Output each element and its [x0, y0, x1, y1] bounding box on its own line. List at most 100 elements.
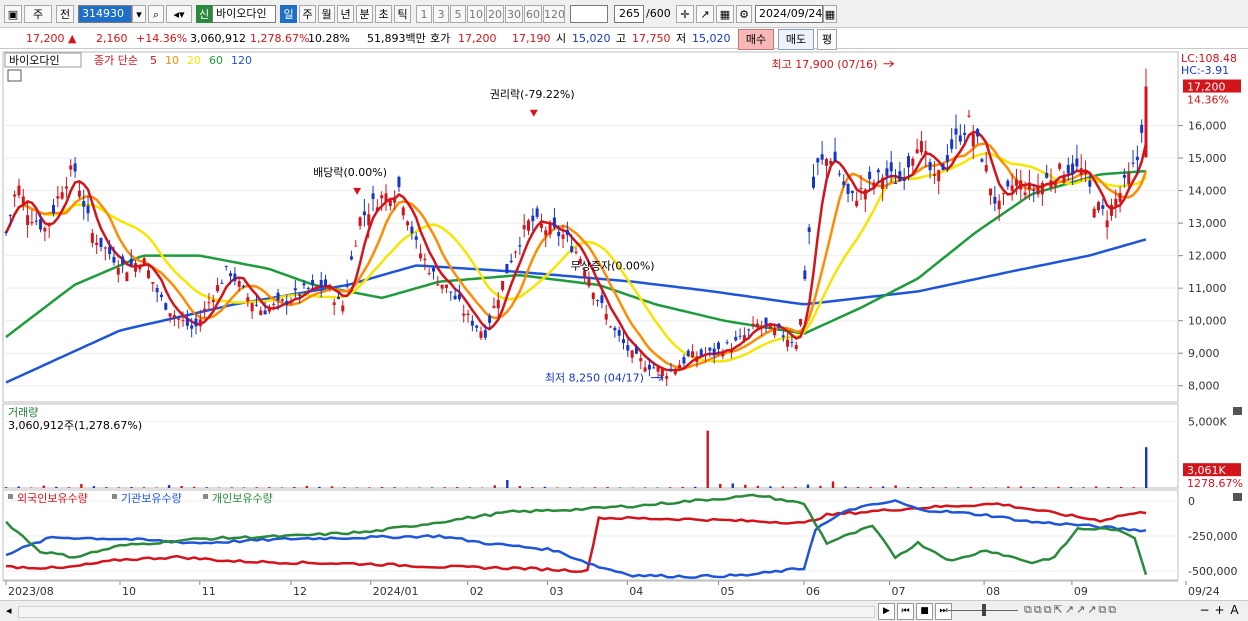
crosshair-icon[interactable]: ✛: [676, 5, 694, 23]
candle-body: [358, 217, 362, 226]
zoom-button-1[interactable]: +: [1213, 603, 1226, 617]
candle-body: [367, 214, 371, 226]
candle-body: [47, 223, 51, 227]
zoom-button-0[interactable]: −: [1198, 603, 1211, 617]
volume-bar: [668, 487, 672, 488]
stock-chart[interactable]: 최고 17,900 (07/16) 최저 8,250 (04/17) 권리락(-79…: [0, 50, 1248, 600]
candle-body: [1118, 192, 1122, 202]
draw-tool-icon[interactable]: ↗: [696, 5, 714, 23]
search-icon[interactable]: ⌕: [148, 5, 164, 23]
nav-button-0[interactable]: ▶: [878, 603, 895, 620]
candle-body: [557, 231, 561, 237]
candle-body: [868, 171, 872, 180]
stock-code-input[interactable]: 314930: [78, 5, 132, 23]
date-tick-label: 09/24: [1188, 585, 1220, 598]
candle-body: [859, 187, 863, 189]
volume-panel-close-icon[interactable]: [1233, 407, 1242, 415]
candle-body: [440, 284, 444, 289]
zoom-button-2[interactable]: A: [1228, 603, 1241, 617]
interval-btn-120[interactable]: 120: [543, 5, 565, 23]
interval-btn-1[interactable]: 1: [416, 5, 432, 23]
volume-bar: [180, 486, 183, 488]
grid-icon[interactable]: ▦: [716, 5, 734, 23]
candle-body: [311, 280, 315, 285]
candle-body: [315, 285, 319, 288]
period-tab-0[interactable]: 일: [280, 5, 297, 23]
period-tab-4[interactable]: 분: [356, 5, 373, 23]
candle-body: [881, 177, 885, 190]
volume-bar: [744, 484, 747, 488]
candle-body: [414, 236, 418, 240]
settings-gear-icon[interactable]: ⚙: [736, 5, 752, 23]
candle-body: [1040, 183, 1044, 195]
period-tab-1[interactable]: 주: [299, 5, 316, 23]
nav-button-1[interactable]: ⏮: [897, 603, 914, 620]
interval-input[interactable]: [570, 5, 608, 23]
candle-body: [34, 220, 38, 222]
candle-body: [185, 318, 189, 326]
candle-body: [911, 158, 915, 166]
holding-panel-close-icon[interactable]: [1233, 493, 1242, 501]
candle-body: [86, 205, 90, 214]
buy-button[interactable]: 매수: [738, 29, 774, 50]
candle-body: [8, 215, 12, 217]
scroll-left-icon[interactable]: ◂: [6, 604, 12, 617]
candle-body: [436, 284, 440, 286]
zoom-buttons: − + A: [1198, 603, 1243, 617]
candle-body: [846, 184, 850, 194]
candle-body: [596, 300, 600, 302]
candle-body: [531, 215, 535, 222]
volume-bar: [268, 487, 271, 488]
interval-btn-60[interactable]: 60: [524, 5, 542, 23]
interval-btn-5[interactable]: 5: [450, 5, 466, 23]
window-menu-icon[interactable]: ▣: [4, 5, 22, 23]
interval-btn-30[interactable]: 30: [505, 5, 523, 23]
volume-bar: [593, 487, 597, 488]
nav-button-2[interactable]: ■: [916, 603, 933, 620]
date-input[interactable]: 2024/09/24: [755, 5, 823, 23]
candle-body: [915, 149, 919, 154]
interval-btn-20[interactable]: 20: [486, 5, 504, 23]
period-tab-5[interactable]: 초: [375, 5, 392, 23]
period-tab-2[interactable]: 월: [318, 5, 335, 23]
open-label: 시: [556, 32, 567, 45]
code-dropdown-icon[interactable]: ▾: [132, 5, 146, 23]
horizontal-scrollbar[interactable]: [18, 606, 875, 618]
speaker-icon[interactable]: ◂▾: [166, 5, 192, 23]
volume-bar: [756, 485, 760, 488]
chart-table-icon[interactable]: [7, 69, 22, 82]
holding-tick-label: -250,000: [1188, 530, 1237, 543]
volume-bar: [618, 487, 622, 488]
candle-body: [211, 299, 215, 303]
volume-bar: [17, 486, 20, 488]
volume-bar: [55, 486, 58, 488]
date-tick-label: 09: [1074, 585, 1088, 598]
candle-body: [203, 308, 207, 311]
mode-button[interactable]: 평: [817, 29, 837, 50]
volume-bar: [1132, 487, 1135, 488]
calendar-icon[interactable]: ▦: [823, 5, 837, 23]
count-input[interactable]: 265: [614, 5, 644, 23]
candle-body: [457, 294, 461, 300]
period-tab-6[interactable]: 틱: [394, 5, 411, 23]
candle-body: [872, 182, 876, 189]
candle-body: [332, 302, 336, 305]
candle-body: [837, 173, 841, 175]
date-tick-label: 10: [122, 585, 136, 598]
volume-bar: [430, 487, 434, 488]
interval-btn-3[interactable]: 3: [433, 5, 449, 23]
candle-body: [384, 193, 388, 202]
prev-button[interactable]: 전: [56, 5, 74, 23]
tool-icons[interactable]: ⧉⧉⧉⇱↗↗↗⧉⧉: [1024, 603, 1118, 617]
candle-body: [1096, 202, 1101, 211]
interval-btn-10[interactable]: 10: [467, 5, 485, 23]
nav-button-3[interactable]: ⏭: [935, 603, 952, 620]
volume-bar: [142, 487, 146, 488]
zoom-slider-handle[interactable]: [982, 604, 986, 616]
sell-button[interactable]: 매도: [778, 29, 814, 50]
period-tab-3[interactable]: 년: [337, 5, 354, 23]
volume-bar: [1145, 447, 1148, 488]
market-select[interactable]: 주: [24, 5, 52, 23]
candle-body: [526, 220, 531, 231]
volume-bar: [30, 487, 33, 488]
